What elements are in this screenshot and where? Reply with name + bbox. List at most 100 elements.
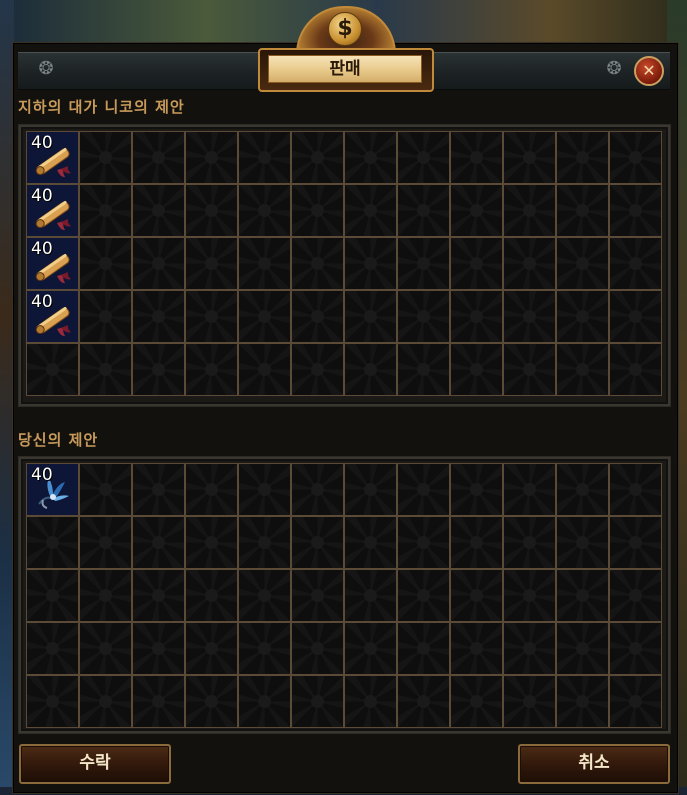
your-offer-empty-slot[interactable] (398, 623, 449, 674)
your-offer-empty-slot[interactable] (610, 623, 661, 674)
npc-offer-empty-slot[interactable] (451, 291, 502, 342)
npc-offer-empty-slot[interactable] (398, 132, 449, 183)
npc-offer-empty-slot[interactable] (557, 132, 608, 183)
your-offer-empty-slot[interactable] (398, 517, 449, 568)
npc-offer-empty-slot[interactable] (186, 132, 237, 183)
npc-offer-empty-slot[interactable] (292, 132, 343, 183)
npc-offer-empty-slot[interactable] (345, 291, 396, 342)
npc-offer-empty-slot[interactable] (292, 344, 343, 395)
npc-offer-empty-slot[interactable] (504, 344, 555, 395)
your-offer-empty-slot[interactable] (80, 623, 131, 674)
npc-offer-empty-slot[interactable] (504, 185, 555, 236)
npc-offer-empty-slot[interactable] (292, 238, 343, 289)
npc-offer-empty-slot[interactable] (610, 132, 661, 183)
your-offer-empty-slot[interactable] (186, 517, 237, 568)
npc-offer-empty-slot[interactable] (557, 344, 608, 395)
your-offer-empty-slot[interactable] (610, 517, 661, 568)
npc-offer-empty-slot[interactable] (186, 238, 237, 289)
npc-offer-empty-slot[interactable] (504, 291, 555, 342)
npc-offer-empty-slot[interactable] (398, 344, 449, 395)
npc-offer-empty-slot[interactable] (451, 344, 502, 395)
npc-offer-empty-slot[interactable] (133, 344, 184, 395)
npc-offer-empty-slot[interactable] (345, 132, 396, 183)
npc-offer-item-slot[interactable]: 40 (27, 132, 78, 183)
your-offer-empty-slot[interactable] (451, 517, 502, 568)
npc-offer-empty-slot[interactable] (504, 132, 555, 183)
your-offer-empty-slot[interactable] (557, 570, 608, 621)
your-offer-empty-slot[interactable] (345, 570, 396, 621)
your-offer-empty-slot[interactable] (610, 464, 661, 515)
your-offer-empty-slot[interactable] (133, 464, 184, 515)
your-offer-empty-slot[interactable] (610, 570, 661, 621)
npc-offer-empty-slot[interactable] (80, 344, 131, 395)
your-offer-empty-slot[interactable] (557, 464, 608, 515)
your-offer-empty-slot[interactable] (504, 676, 555, 727)
your-offer-empty-slot[interactable] (504, 517, 555, 568)
your-offer-empty-slot[interactable] (27, 676, 78, 727)
npc-offer-empty-slot[interactable] (133, 291, 184, 342)
your-offer-empty-slot[interactable] (451, 623, 502, 674)
npc-offer-empty-slot[interactable] (292, 291, 343, 342)
your-offer-empty-slot[interactable] (239, 464, 290, 515)
your-offer-empty-slot[interactable] (27, 517, 78, 568)
your-offer-empty-slot[interactable] (398, 570, 449, 621)
your-offer-empty-slot[interactable] (186, 623, 237, 674)
your-offer-empty-slot[interactable] (292, 623, 343, 674)
npc-offer-empty-slot[interactable] (398, 238, 449, 289)
your-offer-empty-slot[interactable] (80, 517, 131, 568)
npc-offer-item-slot[interactable]: 40 (27, 291, 78, 342)
your-offer-empty-slot[interactable] (292, 570, 343, 621)
npc-offer-empty-slot[interactable] (345, 185, 396, 236)
npc-offer-empty-slot[interactable] (80, 185, 131, 236)
close-button[interactable]: ✕ (634, 56, 664, 86)
your-offer-empty-slot[interactable] (133, 676, 184, 727)
npc-offer-empty-slot[interactable] (345, 238, 396, 289)
your-offer-empty-slot[interactable] (27, 623, 78, 674)
npc-offer-empty-slot[interactable] (451, 185, 502, 236)
npc-offer-empty-slot[interactable] (610, 291, 661, 342)
your-offer-empty-slot[interactable] (186, 676, 237, 727)
your-offer-empty-slot[interactable] (239, 623, 290, 674)
npc-offer-empty-slot[interactable] (80, 132, 131, 183)
npc-offer-empty-slot[interactable] (239, 185, 290, 236)
your-offer-empty-slot[interactable] (345, 676, 396, 727)
npc-offer-empty-slot[interactable] (292, 185, 343, 236)
npc-offer-empty-slot[interactable] (239, 238, 290, 289)
npc-offer-empty-slot[interactable] (504, 238, 555, 289)
npc-offer-empty-slot[interactable] (451, 132, 502, 183)
your-offer-empty-slot[interactable] (557, 517, 608, 568)
npc-offer-empty-slot[interactable] (186, 344, 237, 395)
your-offer-empty-slot[interactable] (398, 676, 449, 727)
npc-offer-empty-slot[interactable] (133, 238, 184, 289)
your-offer-empty-slot[interactable] (292, 676, 343, 727)
npc-offer-empty-slot[interactable] (610, 238, 661, 289)
your-offer-empty-slot[interactable] (80, 464, 131, 515)
your-offer-empty-slot[interactable] (27, 570, 78, 621)
npc-offer-empty-slot[interactable] (610, 185, 661, 236)
your-offer-empty-slot[interactable] (451, 464, 502, 515)
your-offer-empty-slot[interactable] (345, 464, 396, 515)
your-offer-empty-slot[interactable] (133, 623, 184, 674)
npc-offer-empty-slot[interactable] (610, 344, 661, 395)
npc-offer-empty-slot[interactable] (27, 344, 78, 395)
your-offer-empty-slot[interactable] (80, 676, 131, 727)
your-offer-empty-slot[interactable] (557, 676, 608, 727)
your-offer-empty-slot[interactable] (133, 517, 184, 568)
your-offer-empty-slot[interactable] (239, 570, 290, 621)
npc-offer-empty-slot[interactable] (345, 344, 396, 395)
your-offer-item-slot[interactable]: 40 (27, 464, 78, 515)
your-offer-empty-slot[interactable] (504, 464, 555, 515)
npc-offer-empty-slot[interactable] (451, 238, 502, 289)
your-offer-empty-slot[interactable] (239, 676, 290, 727)
your-offer-empty-slot[interactable] (451, 570, 502, 621)
npc-offer-empty-slot[interactable] (557, 291, 608, 342)
your-offer-empty-slot[interactable] (345, 517, 396, 568)
accept-button[interactable]: 수락 (19, 744, 171, 784)
your-offer-empty-slot[interactable] (186, 570, 237, 621)
your-offer-empty-slot[interactable] (345, 623, 396, 674)
your-offer-empty-slot[interactable] (610, 676, 661, 727)
npc-offer-empty-slot[interactable] (557, 238, 608, 289)
npc-offer-empty-slot[interactable] (239, 344, 290, 395)
npc-offer-item-slot[interactable]: 40 (27, 238, 78, 289)
npc-offer-empty-slot[interactable] (239, 291, 290, 342)
